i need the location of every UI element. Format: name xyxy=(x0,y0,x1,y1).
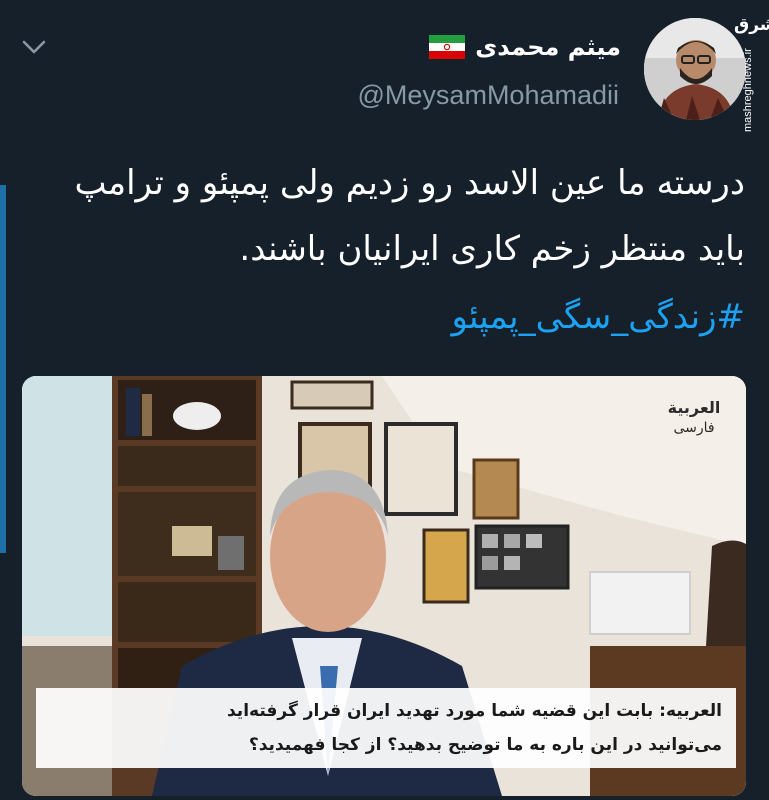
channel-logo-sub: فارسی xyxy=(673,420,715,436)
watermark-logo: مشرق xyxy=(734,15,769,35)
watermark-url: mashreghnews.ir xyxy=(742,48,754,132)
hashtag-link[interactable]: #زندگی_سگی_پمپئو xyxy=(451,284,745,350)
avatar[interactable] xyxy=(644,18,746,120)
caption-line-2: می‌توانید در این باره به ما توضیح بدهید؟… xyxy=(248,735,722,755)
caption-line-1: العربیه: بابت این قضیه شما مورد تهدید ای… xyxy=(226,701,722,721)
tweet-text: درسته ما عین الاسد رو زدیم ولی پمپئو و ت… xyxy=(74,163,745,269)
iran-flag-icon xyxy=(429,35,466,59)
tweet-media[interactable]: العربية فارسی العربیه: بابت این قضیه شما… xyxy=(22,376,746,796)
video-caption: العربیه: بابت این قضیه شما مورد تهدید ای… xyxy=(36,688,736,768)
channel-logo-name: العربية xyxy=(667,398,721,417)
user-handle[interactable]: @MeysamMohamadii xyxy=(358,80,619,111)
left-accent-bar xyxy=(0,185,6,553)
author-row: میثم محمدی xyxy=(429,30,621,64)
watermark: مشرق mashreghnews.ir xyxy=(734,14,769,132)
channel-logo: العربية فارسی xyxy=(664,398,724,438)
chevron-down-icon[interactable] xyxy=(20,36,48,58)
display-name[interactable]: میثم محمدی xyxy=(475,33,621,61)
